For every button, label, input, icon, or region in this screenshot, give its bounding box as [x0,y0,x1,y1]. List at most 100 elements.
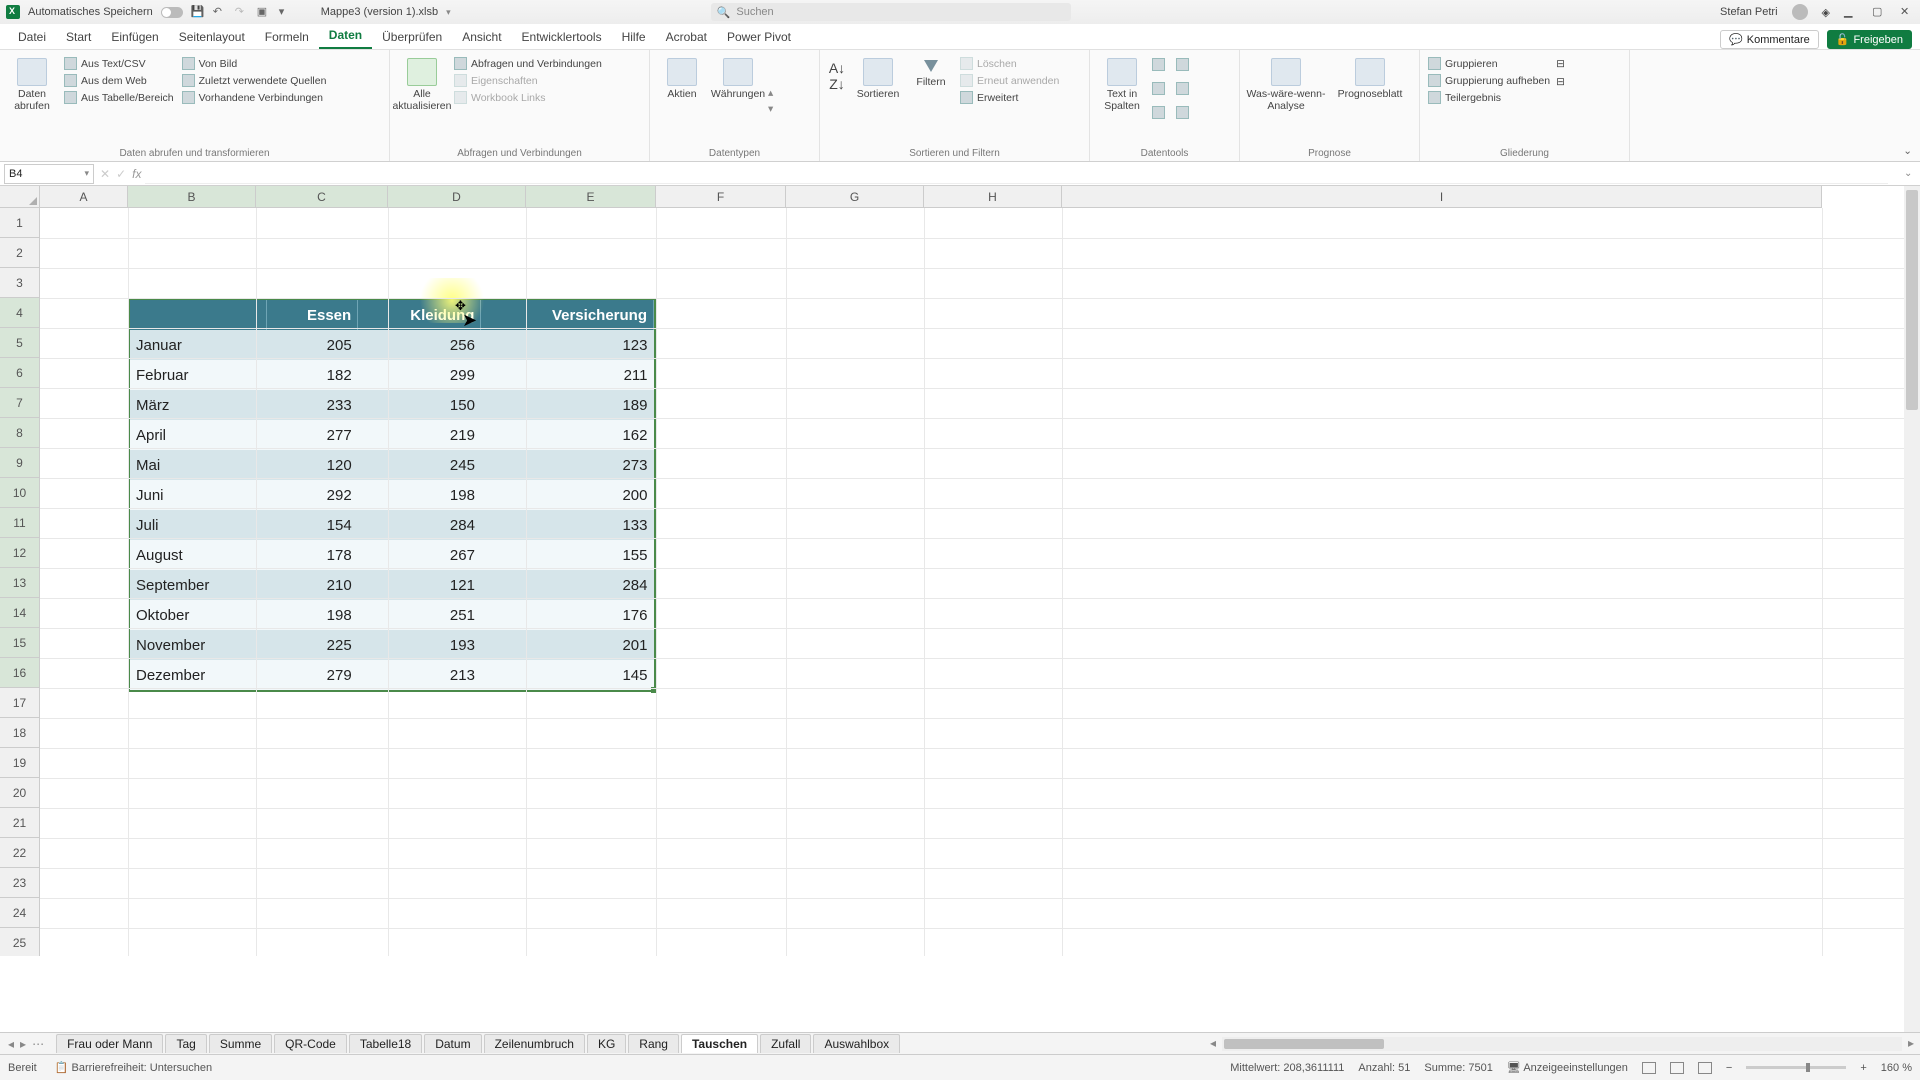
sheet-tab[interactable]: Zufall [760,1034,811,1053]
table-cell[interactable]: 292 [266,480,357,510]
table-cell[interactable]: 193 [358,630,481,660]
table-cell[interactable]: Juli [130,510,266,540]
table-header[interactable]: Essen [266,300,357,330]
table-cell[interactable]: 145 [481,660,654,690]
column-header[interactable]: H [924,186,1062,208]
sheet-tab[interactable]: Zeilenumbruch [484,1034,585,1053]
table-cell[interactable]: 182 [266,360,357,390]
outline-hide-icon[interactable]: ⊟ [1556,76,1580,88]
validation-icon[interactable] [1152,106,1165,119]
column-header[interactable]: D [388,186,526,208]
ribbon-tab-start[interactable]: Start [56,26,101,49]
table-cell[interactable]: 201 [481,630,654,660]
row-header[interactable]: 15 [0,628,40,658]
ribbon-item[interactable]: Von Bild [180,56,329,71]
table-cell[interactable]: 284 [481,570,654,600]
zoom-level[interactable]: 160 % [1881,1062,1912,1074]
filter-button[interactable]: Filtern [908,54,954,147]
row-header[interactable]: 16 [0,658,40,688]
table-cell[interactable]: 178 [266,540,357,570]
table-cell[interactable]: 200 [481,480,654,510]
row-header[interactable]: 9 [0,448,40,478]
diamond-icon[interactable]: ◈ [1822,6,1830,19]
qat-dropdown-icon[interactable]: ▾ [279,5,293,19]
outline-show-icon[interactable]: ⊟ [1556,58,1580,70]
table-cell[interactable]: 251 [358,600,481,630]
sheet-menu-icon[interactable]: ⋯ [32,1037,44,1051]
row-header[interactable]: 7 [0,388,40,418]
datatype-prev-icon[interactable]: ▴ [768,87,782,99]
table-cell[interactable]: 198 [358,480,481,510]
relations-icon[interactable] [1176,82,1189,95]
sheet-next-icon[interactable]: ▸ [20,1037,26,1051]
ribbon-tab-überprüfen[interactable]: Überprüfen [372,26,452,49]
consolidate-icon[interactable] [1176,58,1189,71]
zoom-out-icon[interactable]: − [1726,1062,1732,1074]
whatif-button[interactable]: Was-wäre-wenn-Analyse [1246,54,1326,147]
table-cell[interactable]: 120 [266,450,357,480]
datatype-next-icon[interactable]: ▾ [768,103,782,115]
table-cell[interactable]: 121 [358,570,481,600]
table-cell[interactable]: Juni [130,480,266,510]
row-header[interactable]: 13 [0,568,40,598]
vertical-scrollbar[interactable] [1904,186,1920,1032]
table-cell[interactable]: 154 [266,510,357,540]
sort-za-icon[interactable]: Z↓ [829,76,845,92]
sheet-prev-icon[interactable]: ◂ [8,1037,14,1051]
get-data-button[interactable]: Daten abrufen [6,54,58,147]
row-header[interactable]: 11 [0,508,40,538]
row-header[interactable]: 25 [0,928,40,956]
table-cell[interactable]: März [130,390,266,420]
sheet-tab[interactable]: Frau oder Mann [56,1034,163,1053]
table-cell[interactable]: November [130,630,266,660]
ribbon-item[interactable]: Vorhandene Verbindungen [180,90,329,105]
row-header[interactable]: 2 [0,238,40,268]
column-header[interactable]: A [40,186,128,208]
table-cell[interactable]: 205 [266,330,357,360]
table-cell[interactable]: 162 [481,420,654,450]
table-cell[interactable]: 189 [481,390,654,420]
table-cell[interactable]: 284 [358,510,481,540]
table-cell[interactable]: 279 [266,660,357,690]
ribbon-tab-entwicklertools[interactable]: Entwicklertools [512,26,612,49]
row-header[interactable]: 17 [0,688,40,718]
sort-az-icon[interactable]: A↓ [829,60,845,76]
table-cell[interactable]: Dezember [130,660,266,690]
ribbon-tab-acrobat[interactable]: Acrobat [656,26,717,49]
view-normal-icon[interactable] [1642,1062,1656,1074]
ribbon-tab-datei[interactable]: Datei [8,26,56,49]
table-cell[interactable]: 176 [481,600,654,630]
close-icon[interactable]: ✕ [1900,5,1914,19]
select-all-button[interactable] [0,186,40,208]
display-settings[interactable]: 🖥 Anzeigeeinstellungen [1507,1061,1628,1074]
table-cell[interactable]: September [130,570,266,600]
ribbon-tab-ansicht[interactable]: Ansicht [452,26,511,49]
spreadsheet-grid[interactable]: ABCDEFGHI 123456789101112131415161718192… [0,186,1920,956]
sort-button[interactable]: Sortieren [850,54,906,147]
column-header[interactable]: C [256,186,388,208]
sheet-tab[interactable]: Datum [424,1034,481,1053]
table-cell[interactable]: 133 [481,510,654,540]
name-box[interactable]: B4▾ [4,164,94,184]
ribbon-tab-power pivot[interactable]: Power Pivot [717,26,801,49]
undo-icon[interactable]: ↶ [213,5,227,19]
sheet-tab[interactable]: Auswahlbox [813,1034,900,1053]
ribbon-tab-formeln[interactable]: Formeln [255,26,319,49]
row-header[interactable]: 5 [0,328,40,358]
table-cell[interactable]: 150 [358,390,481,420]
ribbon-item[interactable]: Gruppieren [1426,56,1552,71]
table-cell[interactable]: 198 [266,600,357,630]
table-cell[interactable]: 273 [481,450,654,480]
autosave-toggle[interactable] [161,7,183,18]
ribbon-item[interactable]: Abfragen und Verbindungen [452,56,604,71]
comments-button[interactable]: 💬 Kommentare [1720,30,1819,49]
row-header[interactable]: 24 [0,898,40,928]
table-cell[interactable]: 299 [358,360,481,390]
row-header[interactable]: 1 [0,208,40,238]
share-button[interactable]: 🔓 Freigeben [1827,30,1912,49]
filename[interactable]: Mappe3 (version 1).xlsb [321,6,438,18]
table-cell[interactable]: 256 [358,330,481,360]
refresh-all-button[interactable]: Alle aktualisieren [396,54,448,147]
text-to-columns-button[interactable]: Text in Spalten [1096,54,1148,147]
ribbon-item[interactable]: Teilergebnis [1426,90,1552,105]
